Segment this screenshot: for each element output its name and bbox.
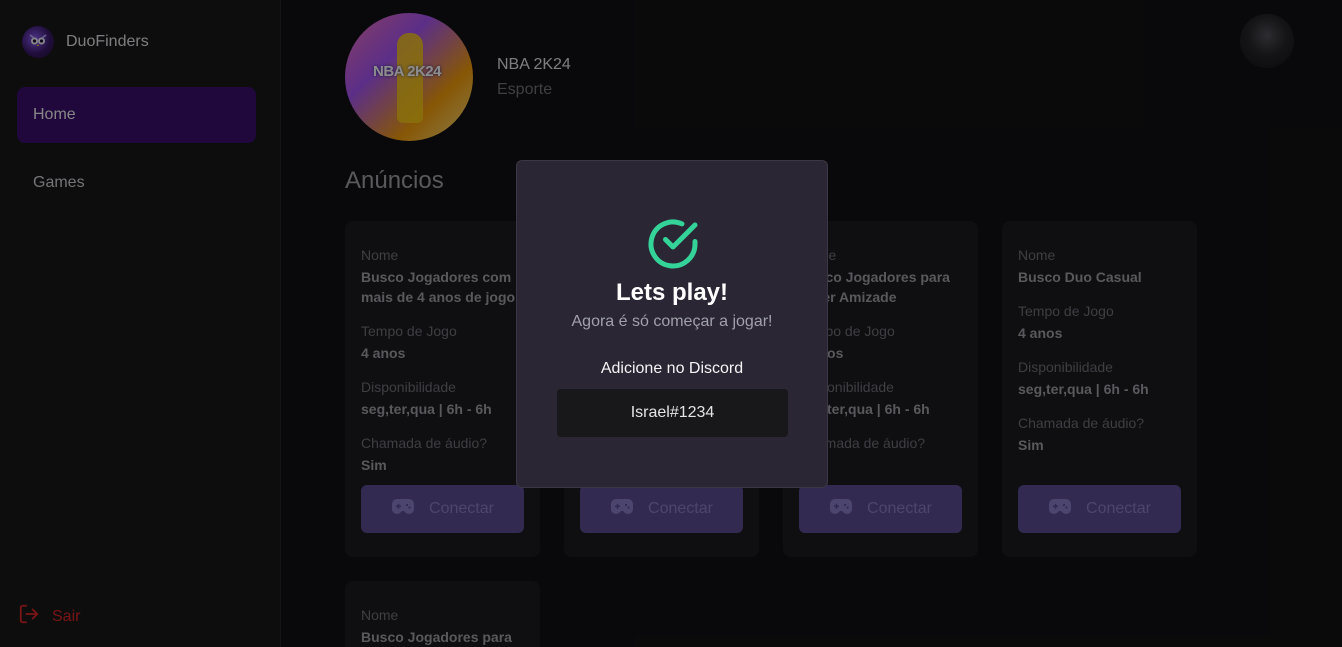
discord-label: Adicione no Discord xyxy=(600,360,744,377)
modal-subtitle: Agora é só começar a jogar! xyxy=(571,313,773,330)
lets-play-modal: Lets play! Agora é só começar a jogar! A… xyxy=(516,160,828,488)
app-root: DuoFinders Home Games Sair NBA 2K24 NBA … xyxy=(0,0,1342,647)
modal-title: Lets play! xyxy=(615,279,729,306)
check-circle-icon xyxy=(646,217,700,271)
discord-id-copy[interactable]: Israel#1234 xyxy=(557,389,788,437)
